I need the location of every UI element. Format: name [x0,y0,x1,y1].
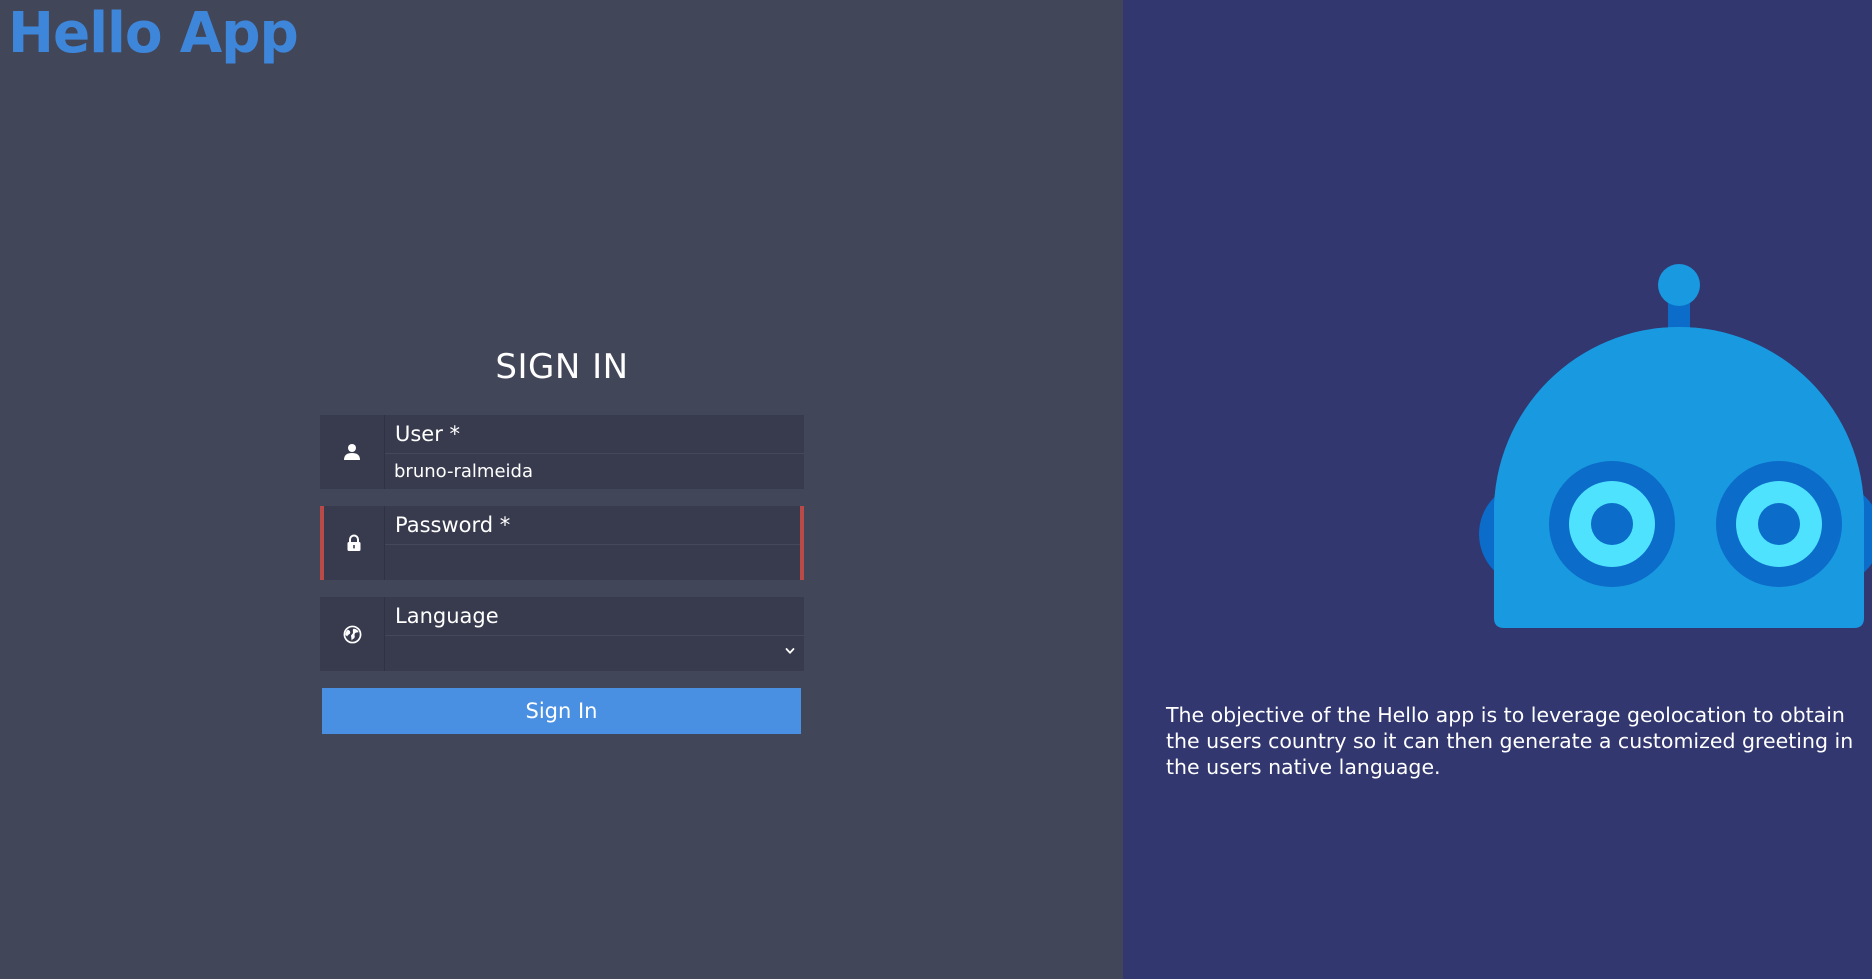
chevron-down-icon [785,648,795,654]
user-input[interactable] [385,454,804,489]
user-icon [320,415,385,489]
lock-icon [324,506,385,580]
language-field: Language [320,597,804,671]
language-label: Language [385,597,804,636]
language-field-body: Language [385,597,804,671]
globe-icon [320,597,385,671]
login-form: SIGN IN User * bruno-ralmeida Password *… [320,344,804,734]
login-pane: Hello App SIGN IN User * bruno-ralmeida … [0,0,1123,979]
app-logo[interactable]: Hello App [8,6,299,62]
page-title: SIGN IN [495,347,629,387]
info-pane: The objective of the Hello app is to lev… [1123,0,1872,979]
sign-in-button[interactable]: Sign In [322,688,801,734]
robot-illustration [1479,264,1872,628]
password-label: Password * [385,506,800,545]
language-select[interactable] [385,636,804,671]
user-label: User * [385,415,804,454]
user-field-body: User * [385,415,804,489]
password-input[interactable] [385,545,800,580]
page: Hello App SIGN IN User * bruno-ralmeida … [0,0,1872,979]
password-field: Password * [320,506,804,580]
app-description: The objective of the Hello app is to lev… [1166,703,1854,779]
user-field: User * [320,415,804,489]
password-field-body: Password * [385,506,800,580]
